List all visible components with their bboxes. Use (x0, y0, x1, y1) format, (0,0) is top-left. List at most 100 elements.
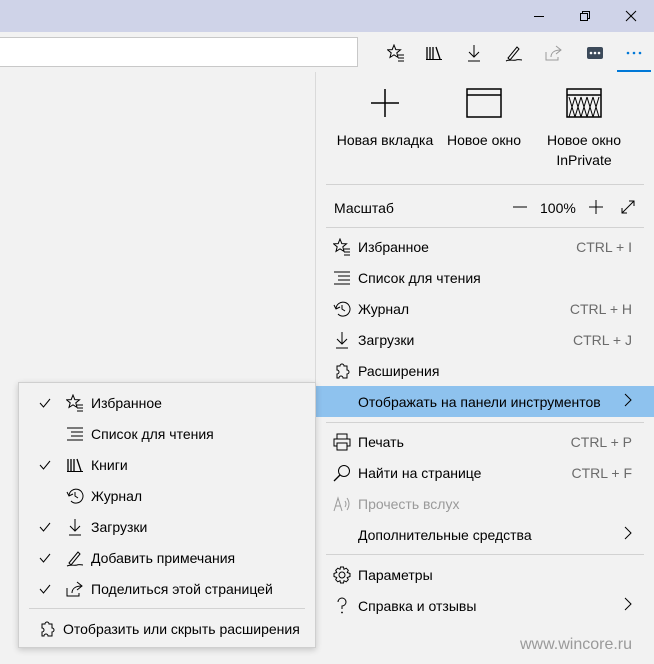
submenu-item-reading-list[interactable]: Список для чтения (19, 418, 315, 449)
more-button[interactable] (617, 36, 651, 72)
extensions-icon (332, 361, 352, 381)
chevron-right-icon (624, 393, 632, 410)
menu-item-label: Загрузки (358, 331, 415, 348)
downloads-button[interactable] (457, 36, 491, 70)
shortcut-text: CTRL + H (569, 300, 632, 317)
help-icon (332, 596, 352, 616)
checkmark-icon (39, 457, 53, 473)
fullscreen-button[interactable] (618, 196, 638, 218)
menu-item-label: Избранное (358, 238, 429, 255)
fullscreen-icon (621, 200, 635, 214)
submenu-item-downloads[interactable]: Загрузки (19, 511, 315, 542)
share-button[interactable] (537, 36, 571, 70)
reading-list-icon (65, 424, 85, 444)
new-inprivate-window-button[interactable]: Новое окно InPrivate (534, 88, 634, 170)
submenu-item-label: Книги (91, 456, 128, 473)
settings-icon (332, 565, 352, 585)
menu-item-history[interactable]: Журнал CTRL + H (316, 293, 654, 324)
menu-item-find-on-page[interactable]: Найти на странице CTRL + F (316, 457, 654, 488)
find-icon (332, 463, 352, 483)
favorites-icon (65, 393, 85, 413)
books-button[interactable] (417, 36, 451, 70)
watermark-text: www.wincore.ru (520, 636, 633, 653)
favorites-icon (332, 237, 352, 257)
menu-item-reading-list[interactable]: Список для чтения (316, 262, 654, 293)
history-icon (65, 486, 85, 506)
browser-toolbar (0, 32, 654, 72)
toolbar-submenu: Избранное Список для чтения Книги Журнал… (18, 382, 316, 648)
divider (326, 554, 644, 555)
submenu-item-favorites[interactable]: Избранное (19, 387, 315, 418)
print-icon (332, 432, 352, 452)
checkmark-icon (39, 395, 53, 411)
menu-item-show-in-toolbar[interactable]: Отображать на панели инструментов (316, 386, 654, 417)
read-aloud-icon (332, 494, 352, 514)
submenu-item-toggle-extensions[interactable]: Отобразить или скрыть расширения (19, 613, 315, 644)
submenu-item-share-page[interactable]: Поделиться этой страницей (19, 573, 315, 604)
menu-item-label: Параметры (358, 566, 433, 583)
submenu-item-label: Добавить примечания (91, 549, 236, 566)
favorites-bar-icon (387, 44, 404, 62)
checkmark-icon (39, 550, 53, 566)
new-window-button[interactable]: Новое окно (434, 88, 534, 170)
notes-icon (505, 46, 523, 62)
books-icon (65, 455, 85, 475)
divider (326, 227, 644, 228)
close-icon (625, 10, 637, 22)
chevron-right-icon (624, 597, 632, 614)
new-inprivate-window-label: Новое окно InPrivate (546, 132, 622, 168)
new-tab-label: Новая вкладка (336, 132, 434, 148)
submenu-item-history[interactable]: Журнал (19, 480, 315, 511)
menu-item-downloads[interactable]: Загрузки CTRL + J (316, 324, 654, 355)
new-tab-button[interactable]: Новая вкладка (335, 88, 435, 170)
menu-item-label: Печать (358, 433, 404, 450)
more-icon (626, 51, 642, 55)
submenu-item-label: Избранное (91, 394, 162, 411)
submenu-item-add-notes[interactable]: Добавить примечания (19, 542, 315, 573)
favorites-bar-button[interactable] (379, 36, 413, 70)
history-icon (332, 299, 352, 319)
checkmark-icon (39, 581, 53, 597)
downloads-icon (65, 517, 85, 537)
submenu-item-label: Загрузки (91, 518, 148, 535)
title-bar (0, 0, 654, 32)
shortcut-text: CTRL + J (573, 331, 632, 348)
shortcut-text: CTRL + F (571, 464, 632, 481)
new-window-label: Новое окно (446, 132, 522, 148)
window-icon (466, 88, 502, 118)
menu-item-extensions[interactable]: Расширения (316, 355, 654, 386)
extension-icon (587, 47, 603, 59)
zoom-row: Масштаб 100% (316, 188, 654, 228)
restore-button[interactable] (562, 0, 608, 32)
extension-button[interactable] (578, 36, 612, 70)
menu-item-help-feedback[interactable]: Справка и отзывы (316, 590, 654, 621)
menu-item-label: Дополнительные средства (358, 526, 532, 543)
notes-button[interactable] (497, 36, 531, 70)
menu-item-more-tools[interactable]: Дополнительные средства (316, 519, 654, 550)
menu-item-favorites[interactable]: Избранное CTRL + I (316, 231, 654, 262)
minimize-button[interactable] (516, 0, 562, 32)
zoom-label: Масштаб (334, 200, 394, 216)
zoom-out-button[interactable] (510, 196, 530, 218)
menu-item-read-aloud[interactable]: Прочесть вслух (316, 488, 654, 519)
menu-item-label: Найти на странице (358, 464, 482, 481)
plus-icon (371, 89, 399, 117)
menu-item-settings[interactable]: Параметры (316, 559, 654, 590)
inprivate-window-icon (566, 88, 602, 118)
menu-item-label: Прочесть вслух (358, 495, 460, 512)
divider (326, 184, 644, 185)
submenu-item-label: Отобразить или скрыть расширения (63, 620, 300, 637)
menu-item-label: Расширения (358, 362, 440, 379)
menu-item-label: Отображать на панели инструментов (358, 393, 601, 410)
submenu-item-label: Журнал (91, 487, 143, 504)
zoom-in-button[interactable] (586, 196, 606, 218)
address-bar[interactable] (0, 37, 358, 67)
divider (29, 608, 305, 609)
shortcut-text: CTRL + P (570, 433, 632, 450)
extensions-icon (37, 619, 57, 639)
reading-list-icon (332, 268, 352, 288)
submenu-item-books[interactable]: Книги (19, 449, 315, 480)
close-button[interactable] (608, 0, 654, 32)
menu-item-print[interactable]: Печать CTRL + P (316, 426, 654, 457)
minimize-icon (534, 16, 544, 17)
